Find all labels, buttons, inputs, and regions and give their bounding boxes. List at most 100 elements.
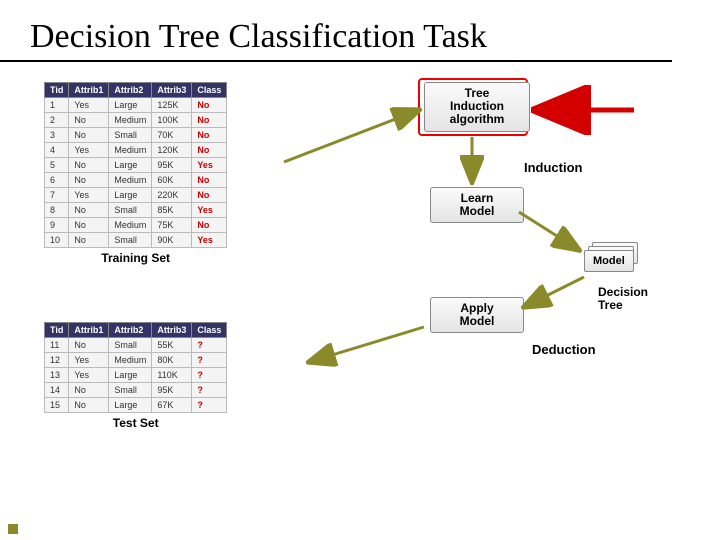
- table-cell: Large: [109, 398, 152, 413]
- model-stack: Model: [584, 242, 656, 278]
- table-cell: 10: [45, 233, 69, 248]
- table-cell: No: [69, 173, 109, 188]
- table-cell: 3: [45, 128, 69, 143]
- table-cell: No: [69, 233, 109, 248]
- table-cell: 13: [45, 368, 69, 383]
- training-block: TidAttrib1Attrib2Attrib3Class 1YesLarge1…: [44, 82, 227, 265]
- learn-line1: Learn: [461, 191, 494, 205]
- table-cell: Small: [109, 383, 152, 398]
- table-cell: 110K: [152, 368, 192, 383]
- table-cell: No: [69, 398, 109, 413]
- table-cell: Large: [109, 98, 152, 113]
- table-cell: Large: [109, 188, 152, 203]
- apply-line2: Model: [460, 314, 495, 328]
- arrow-apply-to-test: [309, 327, 424, 362]
- apply-model-box: Apply Model: [430, 297, 524, 333]
- col-header: Attrib3: [152, 83, 192, 98]
- table-cell: 67K: [152, 398, 192, 413]
- table-cell: Yes: [192, 203, 227, 218]
- table-row: 9NoMedium75KNo: [45, 218, 227, 233]
- table-cell: 125K: [152, 98, 192, 113]
- algo-line3: algorithm: [450, 112, 505, 126]
- tree-induction-box: Tree Induction algorithm: [424, 82, 530, 132]
- table-cell: 55K: [152, 338, 192, 353]
- col-header: Tid: [45, 323, 69, 338]
- table-cell: Yes: [69, 368, 109, 383]
- table-cell: ?: [192, 338, 227, 353]
- table-cell: Small: [109, 338, 152, 353]
- learn-line2: Model: [460, 204, 495, 218]
- training-table: TidAttrib1Attrib2Attrib3Class 1YesLarge1…: [44, 82, 227, 248]
- table-cell: ?: [192, 398, 227, 413]
- table-cell: No: [69, 383, 109, 398]
- table-cell: 85K: [152, 203, 192, 218]
- table-cell: Medium: [109, 173, 152, 188]
- table-cell: No: [192, 128, 227, 143]
- table-cell: 90K: [152, 233, 192, 248]
- table-cell: No: [69, 203, 109, 218]
- decision-tree-label: Decision Tree: [598, 286, 648, 312]
- test-block: TidAttrib1Attrib2Attrib3Class 11NoSmall5…: [44, 322, 227, 430]
- table-cell: 14: [45, 383, 69, 398]
- table-cell: No: [69, 113, 109, 128]
- table-cell: No: [69, 128, 109, 143]
- table-row: 5NoLarge95KYes: [45, 158, 227, 173]
- col-header: Attrib2: [109, 83, 152, 98]
- table-cell: 4: [45, 143, 69, 158]
- table-cell: No: [69, 218, 109, 233]
- table-cell: Small: [109, 128, 152, 143]
- table-cell: ?: [192, 353, 227, 368]
- training-label: Training Set: [44, 251, 227, 265]
- table-cell: No: [192, 218, 227, 233]
- table-cell: No: [192, 173, 227, 188]
- table-cell: No: [69, 338, 109, 353]
- table-row: 11NoSmall55K?: [45, 338, 227, 353]
- table-cell: 8: [45, 203, 69, 218]
- table-row: 14NoSmall95K?: [45, 383, 227, 398]
- table-cell: Small: [109, 233, 152, 248]
- test-label: Test Set: [44, 416, 227, 430]
- algo-line1: Tree: [465, 86, 490, 100]
- table-cell: 95K: [152, 158, 192, 173]
- table-row: 2NoMedium100KNo: [45, 113, 227, 128]
- page-title: Decision Tree Classification Task: [0, 0, 672, 62]
- algo-line2: Induction: [450, 99, 504, 113]
- table-cell: Yes: [192, 158, 227, 173]
- table-cell: No: [192, 188, 227, 203]
- table-row: 15NoLarge67K?: [45, 398, 227, 413]
- table-row: 12YesMedium80K?: [45, 353, 227, 368]
- table-cell: 220K: [152, 188, 192, 203]
- bullet-icon: [8, 524, 18, 534]
- table-row: 1YesLarge125KNo: [45, 98, 227, 113]
- table-cell: No: [192, 143, 227, 158]
- table-cell: Yes: [69, 98, 109, 113]
- table-cell: 95K: [152, 383, 192, 398]
- table-cell: 11: [45, 338, 69, 353]
- table-cell: No: [192, 113, 227, 128]
- table-cell: Yes: [69, 353, 109, 368]
- table-cell: 15: [45, 398, 69, 413]
- table-cell: Medium: [109, 143, 152, 158]
- table-cell: 5: [45, 158, 69, 173]
- induction-label: Induction: [524, 160, 583, 175]
- dt-l1: Decision: [598, 285, 648, 299]
- col-header: Class: [192, 323, 227, 338]
- table-cell: 6: [45, 173, 69, 188]
- table-cell: 100K: [152, 113, 192, 128]
- table-cell: 70K: [152, 128, 192, 143]
- table-cell: 75K: [152, 218, 192, 233]
- table-cell: 12: [45, 353, 69, 368]
- table-cell: 60K: [152, 173, 192, 188]
- table-row: 6NoMedium60KNo: [45, 173, 227, 188]
- table-cell: 1: [45, 98, 69, 113]
- table-cell: Yes: [69, 188, 109, 203]
- table-cell: Small: [109, 203, 152, 218]
- arrow-model-to-apply: [524, 277, 584, 307]
- dt-l2: Tree: [598, 298, 623, 312]
- table-cell: 7: [45, 188, 69, 203]
- col-header: Attrib2: [109, 323, 152, 338]
- arrow-learn-to-model: [519, 212, 579, 250]
- table-cell: No: [192, 98, 227, 113]
- table-cell: Large: [109, 368, 152, 383]
- apply-line1: Apply: [460, 301, 493, 315]
